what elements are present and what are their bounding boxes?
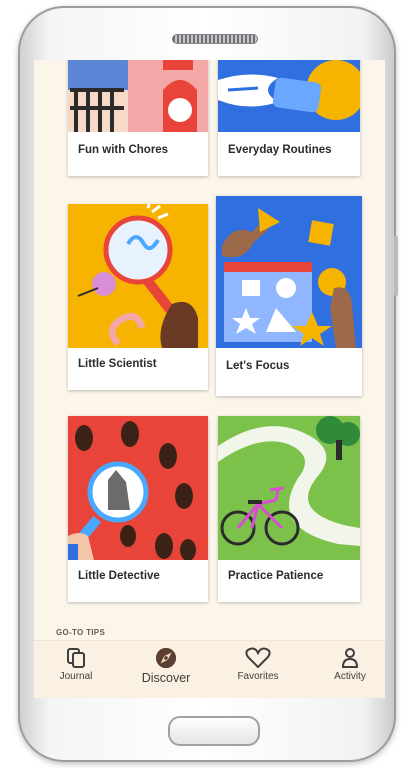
card-lets-focus[interactable]: Let's Focus [216,196,362,396]
app-screen: Fun with Chores Everyday Routines Little… [34,60,385,698]
card-label: Fun with Chores [78,144,169,156]
card-illustration [218,60,360,132]
bottom-tab-bar: Journal Discover Favorites Activity [34,640,385,698]
tab-label: Activity [334,671,366,682]
side-button [394,236,398,296]
home-button[interactable] [168,716,260,746]
card-label: Let's Focus [226,360,290,372]
journal-icon [67,648,85,668]
card-label: Practice Patience [228,570,324,582]
tab-label: Discover [141,671,191,685]
tab-discover[interactable]: Discover [126,647,206,685]
tab-activity[interactable]: Activity [310,647,385,682]
compass-icon [155,647,177,669]
tab-label: Journal [59,671,93,682]
speaker-grille [172,34,258,44]
card-everyday-routines[interactable]: Everyday Routines [218,60,360,176]
card-illustration [68,204,208,348]
card-illustration [216,196,362,348]
section-label-go-to-tips: GO-TO TIPS [56,628,106,637]
heart-icon [245,647,271,669]
card-illustration [218,416,360,560]
card-label: Everyday Routines [228,144,332,156]
tab-label: Favorites [237,671,279,682]
card-little-scientist[interactable]: Little Scientist [68,204,208,390]
card-fun-with-chores[interactable]: Fun with Chores [68,60,208,176]
card-illustration [68,60,208,132]
card-practice-patience[interactable]: Practice Patience [218,416,360,602]
card-label: Little Scientist [78,358,157,370]
person-icon [341,648,359,668]
tab-favorites[interactable]: Favorites [218,647,298,682]
card-label: Little Detective [78,570,160,582]
card-illustration [68,416,208,560]
tab-journal[interactable]: Journal [36,647,116,682]
card-little-detective[interactable]: Little Detective [68,416,208,602]
